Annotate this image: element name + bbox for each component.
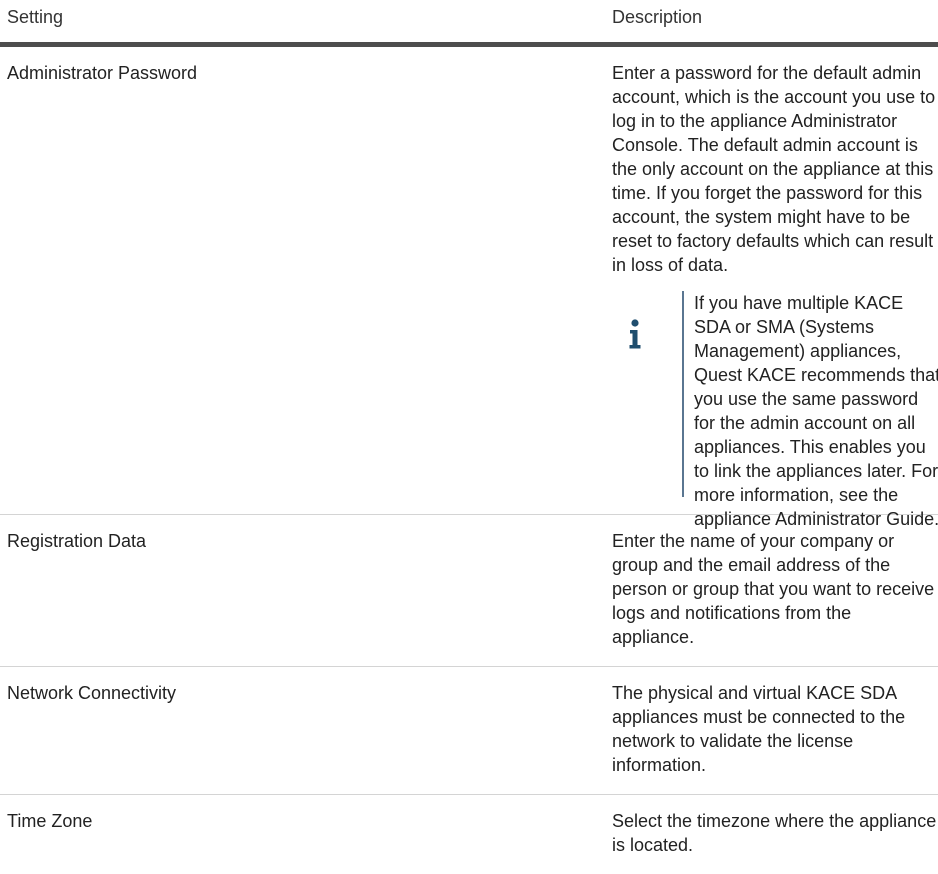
setting-name: Network Connectivity <box>7 683 177 703</box>
settings-table: Setting Description Administrator Passwo… <box>0 0 938 874</box>
setting-description: Enter the name of your company or group … <box>612 515 938 666</box>
setting-description: Select the timezone where the appliance … <box>612 795 938 874</box>
info-icon <box>629 319 641 349</box>
setting-name: Administrator Password <box>7 63 198 83</box>
table-row: Time Zone Select the timezone where the … <box>0 795 938 874</box>
setting-description: Enter a password for the default admin a… <box>612 47 938 529</box>
note-divider <box>682 291 684 497</box>
setting-name: Time Zone <box>7 811 93 831</box>
table-header: Setting Description <box>0 0 938 47</box>
note-callout: If you have multiple KACE SDA or SMA (Sy… <box>612 291 938 529</box>
setting-description: The physical and virtual KACE SDA applia… <box>612 667 938 794</box>
description-text: Enter the name of your company or group … <box>612 531 935 647</box>
header-description: Description <box>612 7 703 27</box>
note-text: If you have multiple KACE SDA or SMA (Sy… <box>694 293 938 529</box>
description-text: Enter a password for the default admin a… <box>612 63 936 275</box>
header-setting: Setting <box>7 7 64 27</box>
description-text: The physical and virtual KACE SDA applia… <box>612 683 906 775</box>
table-row: Registration Data Enter the name of your… <box>0 515 938 667</box>
setting-name: Registration Data <box>7 531 147 551</box>
table-row: Administrator Password Enter a password … <box>0 47 938 529</box>
description-text: Select the timezone where the appliance … <box>612 811 937 855</box>
